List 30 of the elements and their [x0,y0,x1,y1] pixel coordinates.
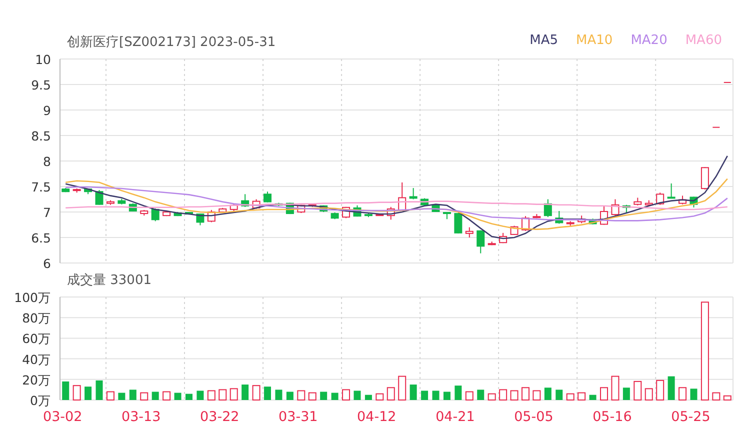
date-label: 05-05 [514,409,554,425]
legend-label: MA5 [530,33,558,48]
axis-label: 9 [43,103,51,118]
axis-label: 9.5 [31,78,51,92]
axis-label: 60万 [22,331,51,346]
chart-title: 成交量 33001 [67,272,152,289]
axis-label: 6 [43,256,51,271]
axis-label: 80万 [22,310,51,326]
axis-label: 8.5 [31,128,51,144]
date-label: 03-13 [122,409,161,425]
date-label: 04-12 [357,409,396,425]
date-label: 03-02 [43,409,82,425]
legend-label: MA60 [685,33,722,48]
chart-title: 创新医疗[SZ002173] 2023-05-31 [67,34,276,51]
axis-label: 40万 [22,352,51,367]
axis-label: 7 [43,205,51,220]
axis-label: 10 [35,52,51,67]
legend-label: MA20 [630,33,668,48]
legend-label: MA10 [576,33,613,48]
axis-label: 7.5 [31,180,51,194]
axis-label: 100万 [14,290,51,305]
date-label: 04-21 [436,409,475,425]
date-label: 03-22 [200,409,240,425]
axis-label: 8 [43,154,51,169]
axis-label: 0万 [30,393,51,408]
date-label: 05-25 [671,409,710,425]
date-label: 03-31 [278,409,318,425]
date-label: 05-16 [592,409,632,425]
axis-label: 6.5 [31,230,51,246]
axis-label: 20万 [22,372,51,388]
